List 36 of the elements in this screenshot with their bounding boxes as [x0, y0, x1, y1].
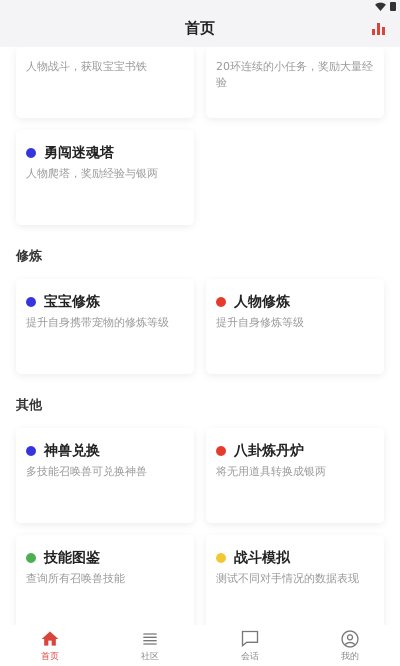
wifi-icon: [375, 2, 386, 10]
card-description: 人物战斗，获取宝宝书铁: [26, 59, 148, 75]
card-title: 宝宝修炼: [44, 293, 100, 311]
feature-card[interactable]: 宝宝修炼 提升自身携带宠物的修炼等级: [16, 279, 194, 374]
card-description: 20环连续的小任务，奖励大量经验: [216, 59, 374, 91]
home-icon: [40, 628, 60, 648]
feature-card[interactable]: 战斗模拟 测试不同对手情况的数据表现: [206, 535, 384, 625]
feature-card[interactable]: 勇闯迷魂塔 人物爬塔，奖励经验与银两: [16, 130, 194, 225]
feature-card[interactable]: 人物修炼 提升自身修炼等级: [206, 279, 384, 374]
tab[interactable]: 我的: [300, 625, 400, 666]
tab[interactable]: 会话: [200, 625, 300, 666]
feature-card[interactable]: 神兽兑换 多技能召唤兽可兑换神兽: [16, 428, 194, 523]
card-description: 提升自身修炼等级: [216, 315, 305, 331]
card-title: 技能图鉴: [44, 549, 100, 567]
page-title: 首页: [185, 19, 215, 38]
user-circle-icon: [340, 628, 360, 648]
card-description: 人物爬塔，奖励经验与银两: [26, 166, 159, 182]
feature-card[interactable]: 八卦炼丹炉 将无用道具转换成银两: [206, 428, 384, 523]
card-title: 神兽兑换: [44, 442, 100, 460]
battery-icon: [390, 1, 396, 11]
card-description: 测试不同对手情况的数据表现: [216, 571, 360, 587]
card-title: 人物修炼: [234, 293, 290, 311]
feature-card[interactable]: 技能图鉴 查询所有召唤兽技能: [16, 535, 194, 625]
tab[interactable]: 首页: [0, 625, 100, 666]
card-description: 提升自身携带宠物的修炼等级: [26, 315, 170, 331]
section-title: 其他: [16, 397, 42, 414]
card-description: 查询所有召唤兽技能: [26, 571, 126, 587]
card-title: 八卦炼丹炉: [234, 442, 304, 460]
card-title: 战斗模拟: [234, 549, 290, 567]
card-description: 将无用道具转换成银两: [216, 464, 327, 480]
card-title: 勇闯迷魂塔: [44, 144, 114, 162]
chat-bubble-icon: [240, 628, 260, 648]
tab[interactable]: 社区: [100, 625, 200, 666]
bar-chart-icon[interactable]: [372, 23, 386, 35]
section-title: 修炼: [16, 248, 42, 265]
card-description: 多技能召唤兽可兑换神兽: [26, 464, 148, 480]
